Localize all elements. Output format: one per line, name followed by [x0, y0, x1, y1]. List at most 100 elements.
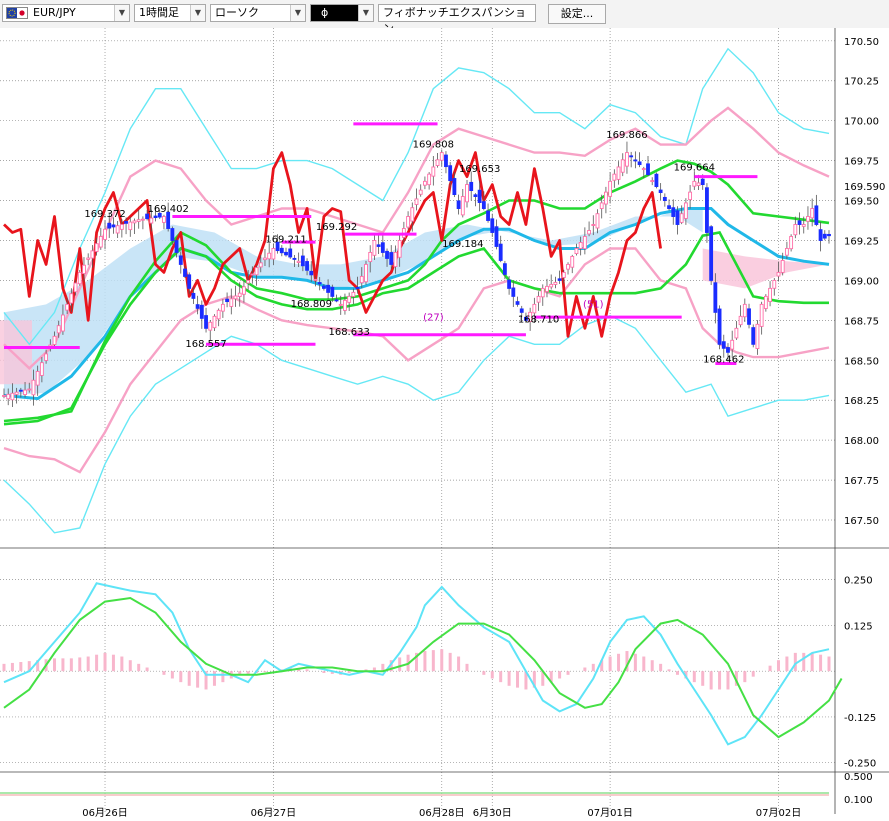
price-label: 169.653	[459, 164, 500, 175]
candle-up	[574, 248, 579, 255]
chart-style-label: ローソク	[215, 6, 259, 19]
symbol-select[interactable]: EUR/JPY ▼	[2, 4, 130, 22]
price-tick-label: 170.00	[844, 117, 879, 128]
candle-up	[566, 263, 570, 270]
candle-down	[225, 298, 230, 303]
candle-down	[385, 250, 389, 259]
candle-up	[103, 228, 107, 240]
macd-histogram-bar	[423, 651, 427, 672]
candle-up	[250, 273, 255, 276]
candle-down	[822, 233, 827, 239]
macd-histogram-bar	[86, 656, 90, 672]
candle-down	[292, 257, 297, 260]
chevron-down-icon[interactable]: ▼	[290, 5, 305, 21]
candle-down	[288, 248, 293, 258]
candle-down	[671, 207, 676, 217]
candle-up	[86, 257, 91, 260]
candle-up	[553, 281, 558, 285]
price-tick-label: 170.50	[844, 37, 879, 48]
candle-up	[578, 242, 583, 249]
candle-up	[372, 240, 377, 256]
macd-histogram-bar	[53, 658, 57, 672]
candle-down	[355, 286, 360, 289]
price-label: 168.462	[703, 354, 744, 365]
candle-up	[397, 240, 402, 258]
price-tick-label: 168.25	[844, 396, 879, 407]
candle-up	[98, 236, 103, 248]
candle-down	[507, 279, 512, 289]
line-tool-select[interactable]: ɸ ▼	[310, 4, 374, 22]
candle-up	[128, 221, 133, 231]
price-tick-label: 168.50	[844, 356, 879, 367]
drawing-tool-field[interactable]: フィボナッチエクスパンション	[378, 4, 536, 35]
candle-up	[780, 259, 785, 273]
candle-down	[818, 229, 823, 241]
macd-histogram-bar	[347, 671, 351, 673]
candle-up	[136, 219, 141, 222]
candle-up	[267, 252, 272, 260]
candle-up	[692, 180, 697, 187]
candle-down	[309, 270, 314, 276]
macd-histogram-bar	[490, 671, 494, 679]
candle-up	[65, 303, 70, 311]
candle-down	[124, 221, 128, 224]
chevron-down-icon[interactable]: ▼	[114, 5, 129, 21]
fibonacci-note: (27)	[423, 312, 444, 323]
macd-histogram-bar	[162, 671, 166, 675]
candle-up	[435, 159, 440, 166]
candle-down	[700, 178, 705, 186]
candle-up	[763, 295, 768, 309]
candle-down	[195, 304, 200, 309]
candle-down	[751, 327, 756, 345]
candle-down	[481, 201, 486, 209]
candle-up	[2, 394, 6, 397]
candle-up	[768, 287, 772, 303]
candle-up	[431, 166, 436, 177]
settings-button[interactable]: 設定...	[548, 4, 606, 24]
flag-icon	[6, 7, 28, 19]
chevron-down-icon[interactable]: ▼	[358, 5, 373, 21]
candle-up	[343, 299, 347, 311]
candle-down	[629, 155, 634, 158]
oscillator-tick-label: 0.100	[844, 795, 873, 806]
candle-up	[427, 173, 432, 186]
candle-down	[557, 278, 562, 281]
macd-histogram-bar	[111, 654, 115, 672]
candle-up	[338, 303, 343, 306]
candle-down	[515, 301, 520, 305]
price-label: 169.866	[606, 130, 647, 141]
candle-down	[178, 255, 183, 265]
candle-down	[519, 308, 524, 313]
candle-up	[595, 213, 600, 229]
candle-up	[650, 180, 655, 183]
macd-histogram-bar	[221, 671, 225, 683]
chevron-down-icon[interactable]: ▼	[190, 5, 205, 21]
candle-up	[10, 392, 15, 401]
candle-up	[418, 189, 423, 195]
macd-histogram-bar	[78, 657, 82, 672]
macd-tick-label: -0.125	[844, 713, 876, 724]
price-tick-label: 169.25	[844, 236, 879, 247]
candle-down	[317, 282, 322, 285]
macd-histogram-bar	[583, 667, 587, 672]
date-tick-label: 07月02日	[756, 807, 801, 819]
candle-up	[772, 279, 777, 289]
candle-down	[18, 389, 23, 392]
macd-histogram-bar	[196, 671, 200, 688]
macd-histogram-bar	[482, 671, 486, 675]
macd-histogram-bar	[69, 658, 73, 672]
candle-up	[271, 248, 276, 260]
chart-style-select[interactable]: ローソク ▼	[210, 4, 306, 22]
price-label: 169.664	[674, 162, 715, 173]
candle-down	[452, 178, 457, 195]
candle-up	[393, 252, 398, 267]
candle-up	[776, 271, 781, 277]
candle-up	[738, 315, 743, 326]
timeframe-select[interactable]: 1時間足 ▼	[134, 4, 206, 22]
candle-up	[549, 283, 554, 288]
candle-down	[646, 163, 650, 176]
candle-up	[39, 362, 44, 376]
candle-down	[654, 173, 659, 188]
candle-down	[709, 226, 714, 281]
timeframe-label: 1時間足	[139, 6, 179, 19]
